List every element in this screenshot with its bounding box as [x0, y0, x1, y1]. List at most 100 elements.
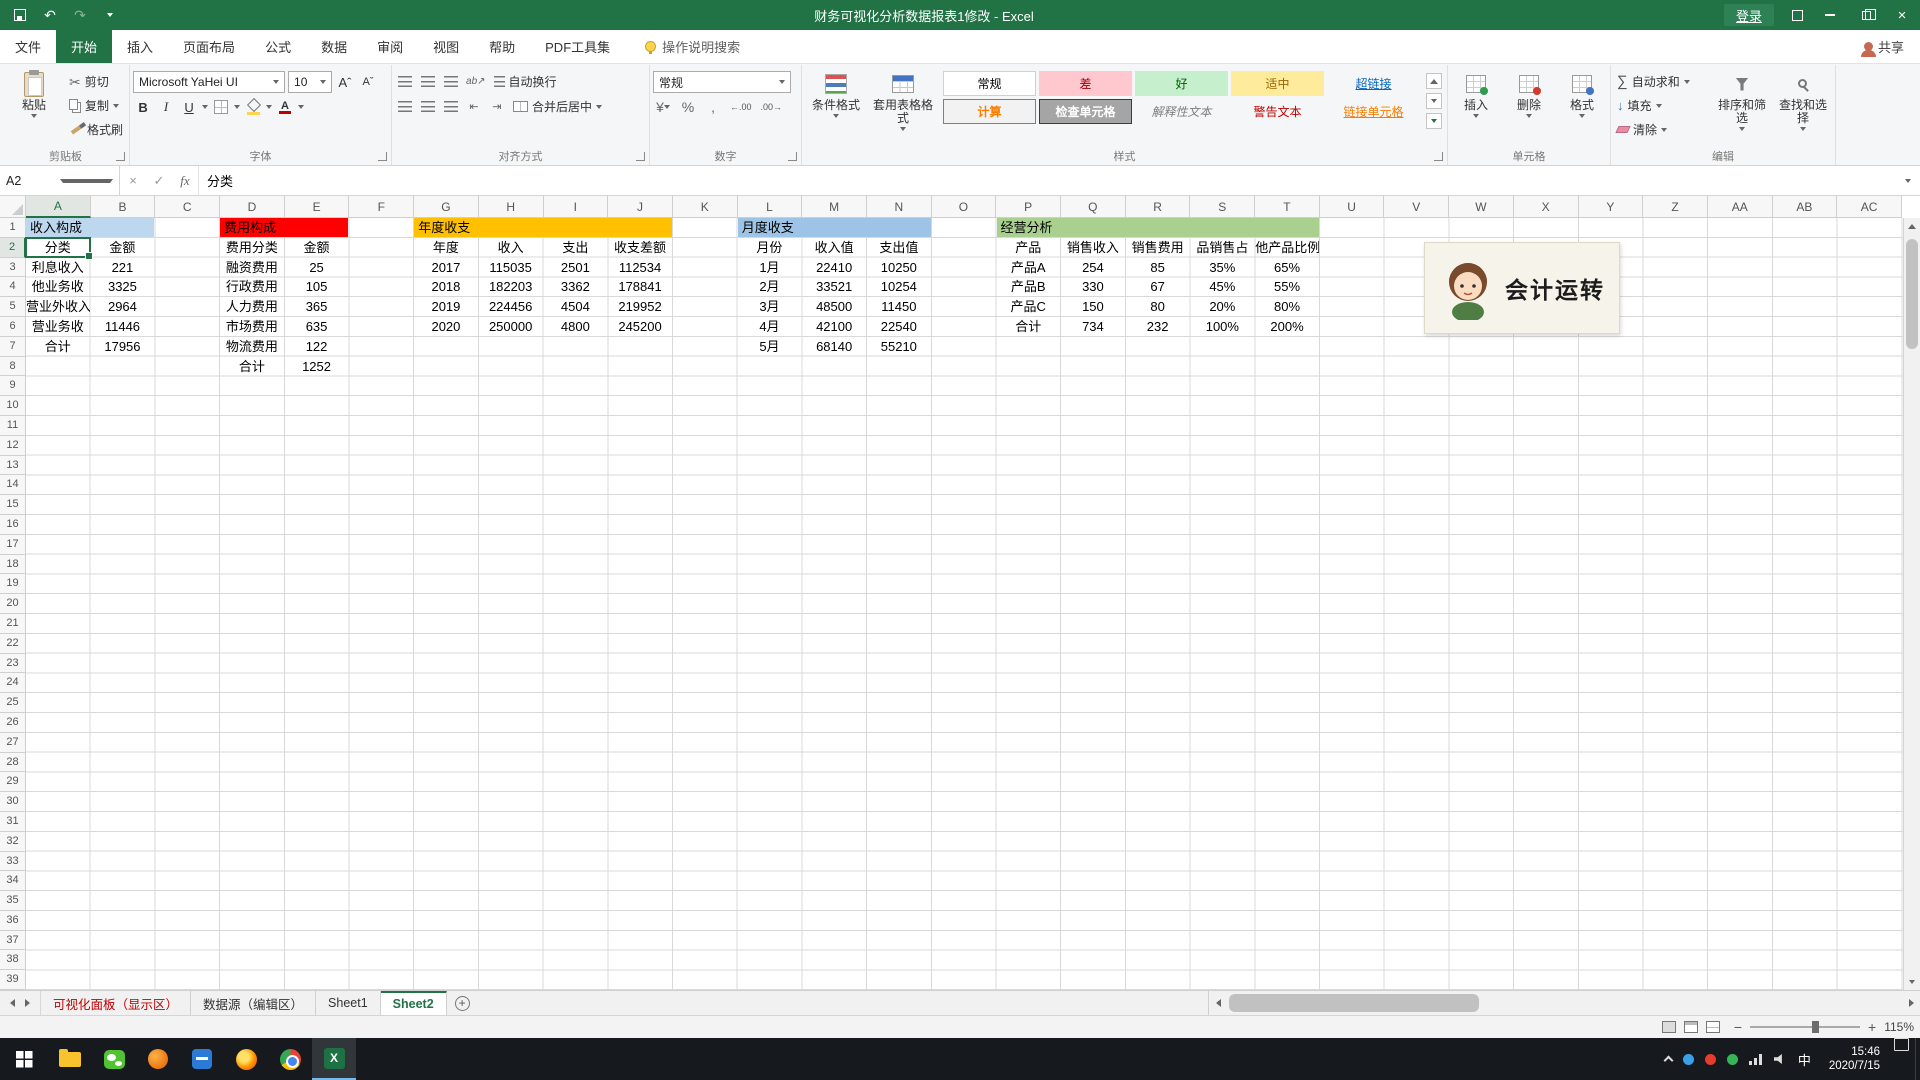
dialog-launcher-icon[interactable]: [116, 152, 125, 161]
row-header-1[interactable]: 1: [0, 218, 26, 238]
row-header-19[interactable]: 19: [0, 574, 26, 594]
horizontal-scroll-track[interactable]: [1227, 991, 1902, 1015]
ribbon-tab-插入[interactable]: 插入: [112, 30, 168, 63]
cell-M2[interactable]: 收入值: [802, 238, 866, 257]
tray-expand-icon[interactable]: [1663, 1056, 1673, 1066]
taskbar-app-firefox[interactable]: [224, 1038, 268, 1080]
font-color-button[interactable]: A: [275, 97, 295, 117]
cell-G4[interactable]: 2018: [414, 277, 478, 296]
scroll-left-button[interactable]: [1209, 991, 1227, 1015]
cell-N4[interactable]: 10254: [867, 277, 931, 296]
copy-button[interactable]: 复制: [66, 95, 126, 116]
cell-P3[interactable]: 产品A: [997, 258, 1061, 277]
column-header-A[interactable]: A: [26, 196, 91, 218]
tray-app-icon[interactable]: [1727, 1054, 1738, 1065]
increase-indent-button[interactable]: ⇥: [487, 97, 507, 117]
cell-G6[interactable]: 2020: [414, 317, 478, 336]
row-header-12[interactable]: 12: [0, 436, 26, 456]
orientation-button[interactable]: ab↗: [464, 72, 488, 92]
cell-G2[interactable]: 年度: [414, 238, 478, 257]
cell-Q3[interactable]: 254: [1061, 258, 1125, 277]
align-right-button[interactable]: [441, 97, 461, 117]
horizontal-scroll-thumb[interactable]: [1229, 994, 1479, 1012]
column-header-B[interactable]: B: [91, 196, 156, 218]
cell-M5[interactable]: 48500: [802, 297, 866, 316]
cell-style-item-差[interactable]: 差: [1039, 71, 1132, 96]
cell-B6[interactable]: 11446: [91, 317, 155, 336]
align-middle-button[interactable]: [418, 72, 438, 92]
zoom-out-button[interactable]: −: [1734, 1020, 1742, 1034]
cell-Q2[interactable]: 销售收入: [1061, 238, 1125, 257]
cell-E8[interactable]: 1252: [285, 357, 349, 376]
cell-P6[interactable]: 合计: [997, 317, 1061, 336]
decrease-decimal-button[interactable]: .00→: [759, 97, 785, 117]
scroll-down-button[interactable]: [1904, 973, 1920, 990]
column-header-AC[interactable]: AC: [1837, 196, 1902, 218]
cell-N5[interactable]: 11450: [867, 297, 931, 316]
zoom-slider-thumb[interactable]: [1812, 1021, 1819, 1033]
column-header-G[interactable]: G: [414, 196, 479, 218]
column-header-R[interactable]: R: [1126, 196, 1191, 218]
column-header-I[interactable]: I: [544, 196, 609, 218]
zoom-in-button[interactable]: +: [1868, 1020, 1876, 1034]
row-header-22[interactable]: 22: [0, 634, 26, 654]
tray-app-icon[interactable]: [1683, 1054, 1694, 1065]
cell-T6[interactable]: 200%: [1255, 317, 1319, 336]
cell-B5[interactable]: 2964: [91, 297, 155, 316]
cell-J4[interactable]: 178841: [608, 277, 672, 296]
column-header-H[interactable]: H: [479, 196, 544, 218]
font-size-select[interactable]: 10: [288, 71, 332, 93]
cell-L2[interactable]: 月份: [738, 238, 802, 257]
sheet-tab-数据源（编辑区）[interactable]: 数据源（编辑区）: [191, 991, 316, 1015]
borders-button[interactable]: [211, 97, 231, 117]
cell-L5[interactable]: 3月: [738, 297, 802, 316]
column-header-K[interactable]: K: [673, 196, 738, 218]
cell-S3[interactable]: 35%: [1191, 258, 1255, 277]
restore-button[interactable]: [1848, 0, 1884, 30]
row-header-3[interactable]: 3: [0, 258, 26, 278]
qat-customize-button[interactable]: [96, 0, 124, 30]
row-header-32[interactable]: 32: [0, 832, 26, 852]
underline-button[interactable]: U: [179, 97, 199, 117]
row-header-33[interactable]: 33: [0, 852, 26, 872]
percent-style-button[interactable]: %: [678, 97, 698, 117]
cell-M4[interactable]: 33521: [802, 277, 866, 296]
ribbon-tab-PDF工具集[interactable]: PDF工具集: [530, 30, 625, 63]
cut-button[interactable]: ✂剪切: [66, 71, 126, 92]
prev-sheet-button[interactable]: [10, 999, 15, 1007]
cell-E7[interactable]: 122: [285, 337, 349, 356]
cell-A1[interactable]: 收入构成: [26, 218, 154, 237]
row-header-30[interactable]: 30: [0, 792, 26, 812]
cell-A4[interactable]: 他业务收: [26, 277, 90, 296]
cell-E5[interactable]: 365: [285, 297, 349, 316]
row-header-38[interactable]: 38: [0, 950, 26, 970]
ribbon-tab-文件[interactable]: 文件: [0, 30, 56, 63]
cell-style-item-常规[interactable]: 常规: [943, 71, 1036, 96]
ribbon-tab-页面布局[interactable]: 页面布局: [168, 30, 250, 63]
ribbon-tab-视图[interactable]: 视图: [418, 30, 474, 63]
vertical-scroll-thumb[interactable]: [1906, 239, 1918, 349]
cancel-entry-button[interactable]: ×: [120, 173, 146, 188]
ribbon-tab-公式[interactable]: 公式: [250, 30, 306, 63]
row-header-36[interactable]: 36: [0, 911, 26, 931]
row-header-14[interactable]: 14: [0, 475, 26, 495]
ribbon-tab-开始[interactable]: 开始: [56, 30, 112, 63]
column-header-Q[interactable]: Q: [1061, 196, 1126, 218]
cell-I5[interactable]: 4504: [544, 297, 608, 316]
cell-D3[interactable]: 融资费用: [220, 258, 284, 277]
cell-D6[interactable]: 市场费用: [220, 317, 284, 336]
format-painter-button[interactable]: 格式刷: [66, 119, 126, 140]
gallery-more-button[interactable]: [1426, 113, 1442, 129]
taskbar-app-excel[interactable]: X: [312, 1038, 356, 1080]
cell-L1[interactable]: 月度收支: [738, 218, 931, 237]
cell-N6[interactable]: 22540: [867, 317, 931, 336]
conditional-formatting-button[interactable]: 条件格式: [805, 67, 867, 118]
cell-style-item-解释性文本[interactable]: 解释性文本: [1135, 99, 1228, 124]
sort-filter-button[interactable]: 排序和筛选: [1713, 67, 1771, 131]
cell-B7[interactable]: 17956: [91, 337, 155, 356]
cell-P2[interactable]: 产品: [997, 238, 1061, 257]
cell-N2[interactable]: 支出值: [867, 238, 931, 257]
ribbon-tab-审阅[interactable]: 审阅: [362, 30, 418, 63]
column-header-U[interactable]: U: [1320, 196, 1385, 218]
cell-M6[interactable]: 42100: [802, 317, 866, 336]
